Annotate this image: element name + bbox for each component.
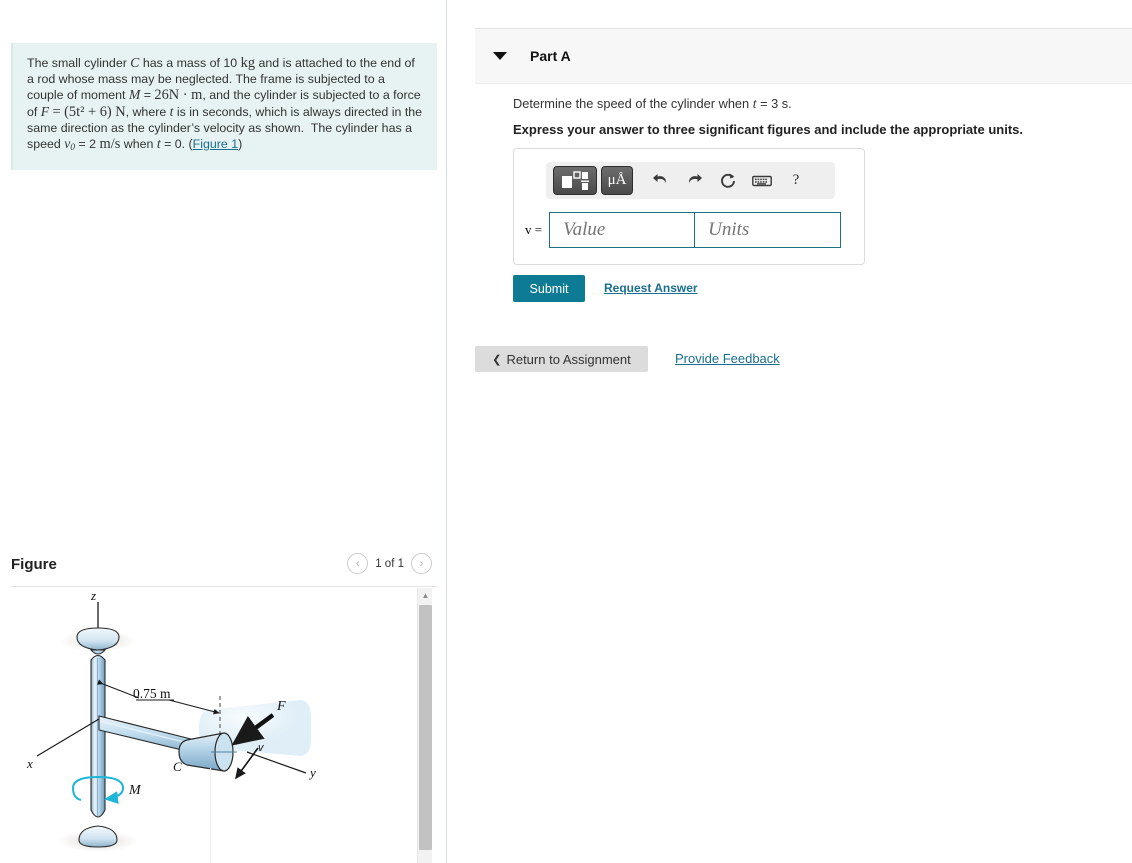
- figure-next-button[interactable]: ›: [411, 553, 432, 574]
- answer-variable-label: v =: [525, 222, 543, 237]
- return-to-assignment-button[interactable]: ❮ Return to Assignment: [475, 346, 648, 372]
- provide-feedback-link[interactable]: Provide Feedback: [675, 351, 780, 366]
- page-root: The small cylinder C has a mass of 10 kg…: [0, 0, 1132, 863]
- moment-label: M: [128, 783, 142, 798]
- force-symbol: F: [40, 103, 50, 119]
- moment-unit: N · m: [168, 87, 203, 104]
- problem-statement-panel: The small cylinder C has a mass of 10 kg…: [11, 43, 437, 171]
- time-symbol-2: t: [156, 136, 161, 152]
- undo-glyph: [652, 174, 666, 183]
- right-panel: Part A Determine the speed of the cylind…: [447, 0, 1132, 863]
- dimension-label: 0.75 m: [133, 686, 171, 701]
- scroll-up-arrow-icon[interactable]: ▲: [418, 588, 433, 603]
- collapse-caret-icon[interactable]: [493, 52, 507, 60]
- scrollbar-thumb[interactable]: [419, 605, 432, 850]
- help-icon[interactable]: ?: [781, 166, 811, 195]
- cylinder-C-label: C: [173, 759, 182, 774]
- reset-icon[interactable]: [713, 166, 743, 195]
- vertical-shaft: [90, 654, 106, 818]
- figure-pager: ‹ 1 of 1 ›: [347, 553, 432, 574]
- help-glyph: ?: [792, 172, 800, 188]
- x-axis-label: x: [26, 756, 33, 771]
- figure-1-link[interactable]: Figure 1: [193, 137, 238, 151]
- answer-toolbar: μÅ ?: [546, 162, 835, 199]
- moment-value: 26: [154, 87, 169, 104]
- y-axis-label: y: [308, 765, 316, 780]
- figure-inner-edge: [210, 768, 211, 863]
- units-button-label: μÅ: [607, 172, 627, 188]
- math-template-icon[interactable]: [553, 166, 597, 195]
- back-chevron-icon: ❮: [492, 353, 502, 366]
- bottom-bearing: [78, 825, 118, 848]
- problem-statement-text: The small cylinder C has a mass of 10 kg…: [27, 55, 423, 154]
- figure-header: Figure ‹ 1 of 1 ›: [11, 553, 437, 586]
- time-symbol: t: [169, 103, 174, 119]
- prompt-prefix: Determine the speed of the cylinder when: [513, 96, 753, 111]
- mass-unit: kg: [240, 55, 256, 71]
- submit-button[interactable]: Submit: [513, 275, 585, 302]
- keyboard-icon[interactable]: [747, 166, 777, 195]
- part-a-header[interactable]: Part A: [475, 28, 1132, 84]
- answer-fields-row: v =: [525, 212, 842, 248]
- initial-speed-unit: m/s: [99, 136, 121, 153]
- question-prompt: Determine the speed of the cylinder when…: [513, 96, 792, 112]
- request-answer-link[interactable]: Request Answer: [604, 281, 698, 295]
- initial-time: 0: [174, 137, 182, 152]
- reset-glyph: [721, 173, 735, 188]
- undo-icon[interactable]: [645, 166, 675, 195]
- prompt-suffix: = 3 s.: [756, 96, 792, 111]
- figure-diagram: z C 0.75 m x y F v M: [26, 588, 316, 852]
- significant-figures-instruction: Express your answer to three significant…: [513, 122, 1023, 137]
- initial-speed-value: 2: [89, 137, 97, 152]
- figure-divider: [11, 586, 437, 587]
- cylinder-symbol: C: [130, 55, 140, 70]
- figure-prev-button[interactable]: ‹: [347, 553, 369, 574]
- force-expression: (5t² + 6): [64, 103, 112, 120]
- template-glyph: [562, 170, 589, 190]
- return-to-assignment-label: Return to Assignment: [506, 351, 631, 367]
- part-a-title: Part A: [530, 48, 571, 64]
- x-axis: [36, 718, 100, 757]
- force-label: F: [276, 699, 286, 714]
- left-panel: The small cylinder C has a mass of 10 kg…: [0, 0, 447, 863]
- figure-page-label: 1 of 1: [375, 557, 404, 570]
- figure-viewport: z C 0.75 m x y F v M: [11, 588, 437, 863]
- moment-symbol: M: [128, 87, 141, 103]
- value-input[interactable]: [549, 212, 696, 248]
- initial-speed-symbol: v0: [64, 136, 76, 154]
- answer-entry-box: μÅ ? v = Value Units: [513, 148, 865, 265]
- units-button[interactable]: μÅ: [601, 166, 633, 195]
- force-unit: N: [115, 103, 126, 120]
- redo-icon[interactable]: [679, 166, 709, 195]
- figure-title: Figure: [11, 556, 57, 573]
- redo-glyph: [688, 174, 702, 183]
- units-input[interactable]: [695, 212, 842, 248]
- mass-value: 10: [223, 56, 238, 70]
- z-axis-label: z: [90, 588, 96, 603]
- keyboard-glyph: [752, 175, 772, 186]
- figure-scrollbar[interactable]: ▲: [417, 588, 432, 863]
